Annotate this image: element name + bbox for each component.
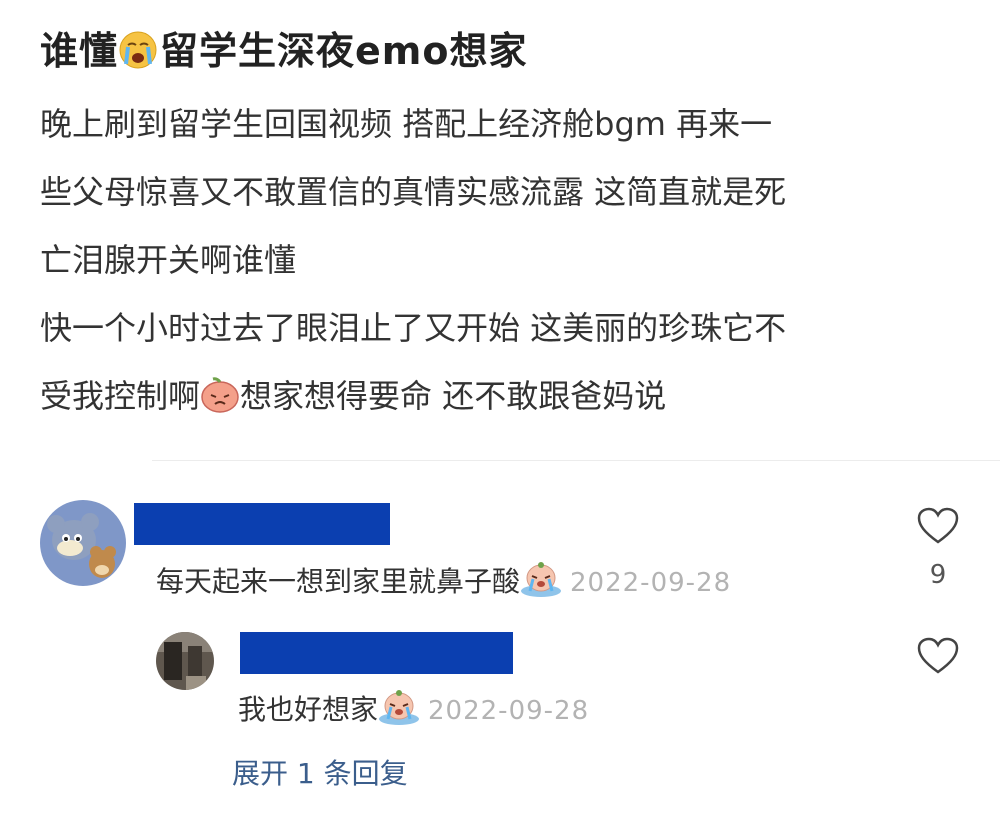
post-body-line: 晚上刷到留学生回国视频 搭配上经济舱bgm 再来一 [40,105,773,143]
post-title: 谁懂 留学生深夜emo想家 [40,20,528,79]
comment-date: 2022-09-28 [570,568,732,598]
crying-baby-emoji-icon [520,561,562,604]
crying-baby-emoji-icon [378,689,420,732]
replier-avatar[interactable] [156,632,214,690]
redacted-username [240,632,513,674]
like-heart-icon[interactable] [916,636,960,680]
like-count: 9 [929,560,947,590]
reply-date: 2022-09-28 [428,696,590,726]
post-body-line: 受我控制啊 想家想得要命 还不敢跟爸妈说 [40,372,980,420]
post-body-text: 受我控制啊 [40,377,201,415]
post-body-line: 亡泪腺开关啊谁懂 [40,241,297,279]
reply-body: 我也好想家 2022-09-28 [238,688,589,732]
comment-text: 每天起来一想到家里就鼻子酸 [156,565,521,598]
redacted-username [134,503,390,545]
loudly-crying-emoji-icon [118,30,158,79]
post-body-text: 想家想得要命 还不敢跟爸妈说 [240,377,667,415]
post-body-line: 些父母惊喜又不敢置信的真情实感流露 这简直就是死 [40,173,787,211]
post-body-line: 快一个小时过去了眼泪止了又开始 这美丽的珍珠它不 [40,309,787,347]
commenter-avatar[interactable] [40,500,126,586]
sad-peach-emoji-icon [200,377,240,426]
post-body: 晚上刷到留学生回国视频 搭配上经济舱bgm 再来一 些父母惊喜又不敢置信的真情实… [40,100,980,420]
like-heart-icon[interactable] [916,506,960,550]
expand-replies-link[interactable]: 展开 1 条回复 [232,752,408,792]
reply-text: 我也好想家 [238,693,379,726]
divider [152,460,1000,461]
post-title-suffix: 留学生深夜emo想家 [160,29,528,73]
post-title-prefix: 谁懂 [40,29,119,73]
comment-body: 每天起来一想到家里就鼻子酸 2022-09-28 [156,560,731,604]
